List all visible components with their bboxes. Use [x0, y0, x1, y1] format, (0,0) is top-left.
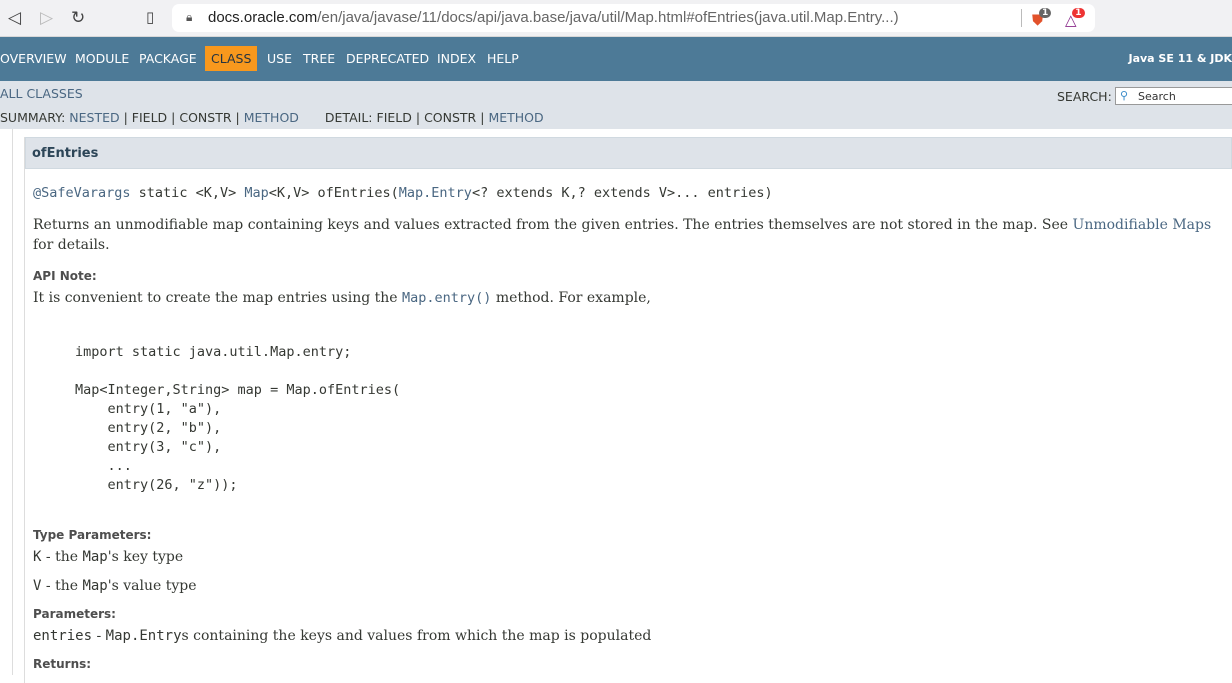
detail-method-link[interactable]: METHOD — [488, 110, 543, 125]
map-entry-link[interactable]: Map.Entry — [399, 185, 472, 201]
map-entry-method-link[interactable]: Map.entry() — [402, 290, 491, 306]
unmodifiable-maps-link[interactable]: Unmodifiable Maps — [1073, 217, 1212, 233]
description-line2: for details. — [33, 237, 110, 253]
summary-constr: CONSTR — [179, 110, 232, 125]
nav-package[interactable]: PACKAGE — [139, 51, 197, 66]
separator: | — [480, 110, 485, 125]
lock-icon: 🔒︎ — [186, 10, 193, 24]
desc-text: Returns an unmodifiable map containing k… — [33, 217, 1073, 233]
description-line1: Returns an unmodifiable map containing k… — [33, 217, 1211, 233]
all-classes-link[interactable]: ALL CLASSES — [0, 86, 83, 101]
map-link[interactable]: Map — [244, 185, 268, 201]
param-code: Map.Entry — [105, 628, 182, 644]
summary-label: SUMMARY: — [0, 110, 66, 125]
search-icon: ⚲ — [1120, 89, 1129, 102]
nav-help[interactable]: HELP — [487, 51, 519, 66]
divider — [1021, 9, 1022, 27]
divider — [12, 129, 13, 675]
method-detail: ofEntries @SafeVarargs static <K,V> Map<… — [24, 137, 1232, 683]
type-param-v: V - the Map's value type — [33, 578, 197, 594]
nav-module[interactable]: MODULE — [75, 51, 129, 66]
param-text: - — [92, 628, 106, 644]
param-code: entries — [33, 628, 93, 644]
separator: | — [171, 110, 176, 125]
type-param-k: K - the Map's key type — [33, 549, 183, 565]
detail-constr: CONSTR — [424, 110, 477, 125]
param-text: - the — [41, 578, 83, 594]
nav-index[interactable]: INDEX — [437, 51, 476, 66]
brand-title: Java SE 11 & JDK — [1128, 52, 1232, 65]
param-text: 's value type — [107, 578, 197, 594]
api-note-label: API Note: — [33, 269, 97, 283]
param-text: 's key type — [107, 549, 184, 565]
search-input[interactable]: ⚲ Search — [1115, 87, 1232, 105]
detail-label: DETAIL: — [324, 110, 373, 125]
url-host: docs.oracle.com — [208, 9, 318, 26]
code-example: import static java.util.Map.entry; Map<I… — [75, 344, 401, 493]
rewards-badge: 1 — [1072, 8, 1085, 18]
summary-method-link[interactable]: METHOD — [244, 110, 299, 125]
content: ofEntries @SafeVarargs static <K,V> Map<… — [0, 129, 1232, 683]
summary-nested-link[interactable]: NESTED — [69, 110, 119, 125]
address-bar[interactable]: 🔒︎ docs.oracle.com/en/java/javase/11/doc… — [172, 4, 1095, 32]
search-label: SEARCH: — [1057, 89, 1112, 104]
separator: | — [235, 110, 240, 125]
param-code: Map — [82, 549, 108, 565]
summary-field: FIELD — [131, 110, 168, 125]
nav-overview[interactable]: OVERVIEW — [0, 51, 67, 66]
url-path: /en/java/javase/11/docs/api/java.base/ja… — [317, 9, 899, 26]
note-text: It is convenient to create the map entri… — [33, 290, 403, 306]
param-entries: entries - Map.Entrys containing the keys… — [33, 628, 651, 644]
bookmark-icon[interactable]: ▯ — [146, 8, 154, 26]
forward-icon[interactable]: ▷ — [40, 8, 53, 28]
params-label: Parameters: — [33, 607, 116, 621]
note-text: method. For example, — [491, 290, 651, 306]
search-placeholder: Search — [1138, 90, 1176, 103]
nav-use[interactable]: USE — [267, 51, 292, 66]
method-heading: ofEntries — [25, 137, 1232, 169]
nav-class[interactable]: CLASS — [205, 46, 258, 71]
safevarargs-link[interactable]: @SafeVarargs — [33, 185, 131, 201]
separator: | — [123, 110, 128, 125]
sig-text: static <K,V> — [130, 185, 245, 201]
nav-deprecated[interactable]: DEPRECATED — [346, 51, 429, 66]
back-icon[interactable]: ◁ — [8, 8, 21, 28]
returns-label: Returns: — [33, 657, 92, 671]
param-text: s containing the keys and values from wh… — [181, 628, 652, 644]
detail-field: FIELD — [376, 110, 412, 125]
api-note-text: It is convenient to create the map entri… — [33, 290, 651, 306]
shield-badge: 1 — [1039, 8, 1052, 18]
separator: | — [415, 110, 421, 125]
nav-tree[interactable]: TREE — [303, 51, 335, 66]
sig-text: <K,V> ofEntries( — [268, 185, 399, 201]
top-nav: OVERVIEW MODULE PACKAGE CLASS USE TREE D… — [0, 37, 1232, 81]
type-params-label: Type Parameters: — [33, 528, 152, 542]
browser-toolbar: ◁ ▷ ↻ ▯ 🔒︎ docs.oracle.com/en/java/javas… — [0, 0, 1232, 37]
sig-text: <? extends K,? extends V>... entries) — [471, 185, 773, 201]
sub-nav: ALL CLASSES SUMMARY: NESTED | FIELD | CO… — [0, 81, 1232, 129]
method-signature: @SafeVarargs static <K,V> Map<K,V> ofEnt… — [33, 185, 773, 201]
param-code: Map — [82, 578, 108, 594]
reload-icon[interactable]: ↻ — [71, 8, 85, 28]
summary-nav: SUMMARY: NESTED | FIELD | CONSTR | METHO… — [0, 110, 544, 125]
param-text: - the — [41, 549, 83, 565]
brave-rewards-icon[interactable]: △ 1 — [1065, 8, 1085, 29]
brave-shield-icon[interactable]: ⛊ 1 — [1032, 8, 1052, 29]
